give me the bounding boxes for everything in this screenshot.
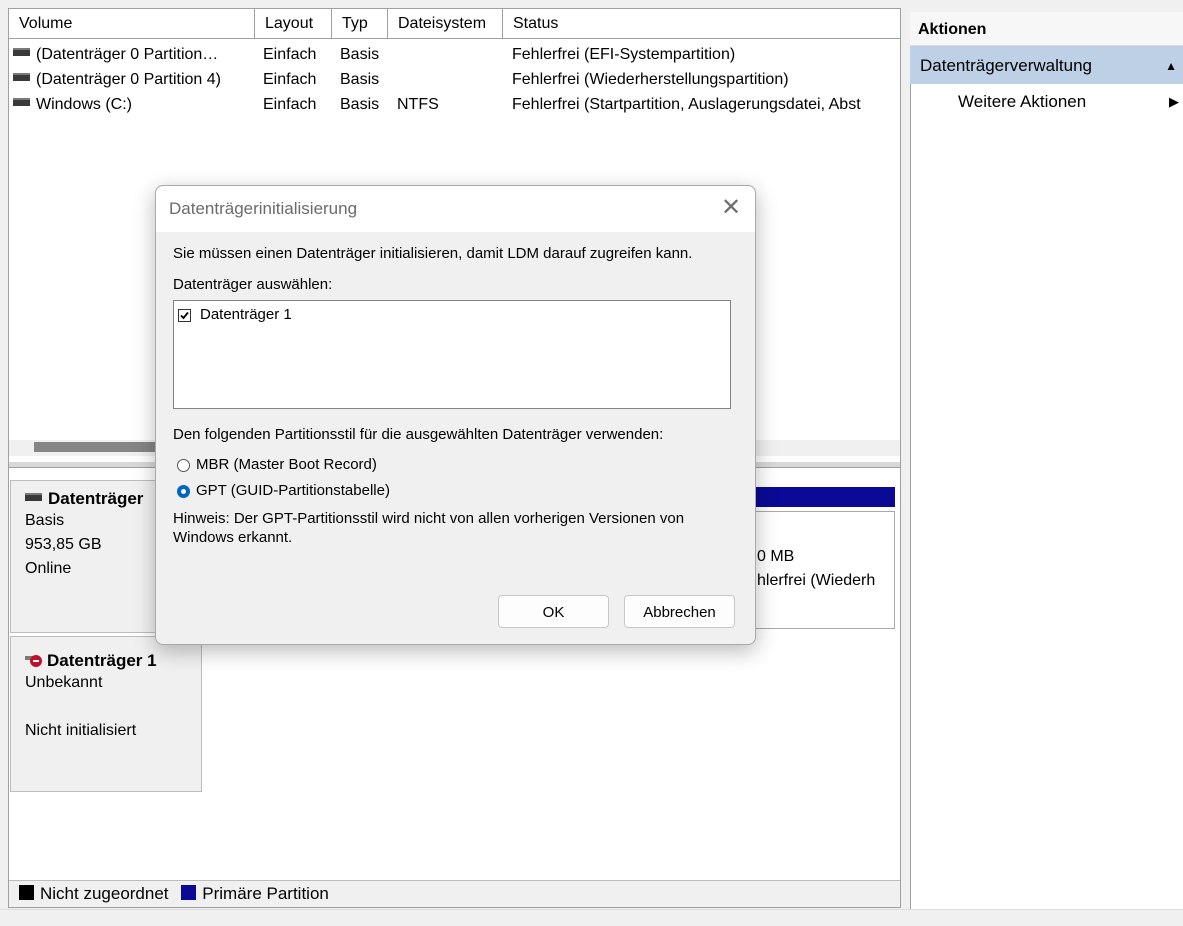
drive-icon <box>13 47 30 56</box>
submenu-arrow-icon: ▶ <box>1169 94 1179 109</box>
gpt-option-label: GPT (GUID-Partitionstabelle) <box>196 482 390 499</box>
select-disk-label: Datenträger auswählen: <box>173 276 333 293</box>
actions-section-label: Datenträgerverwaltung <box>920 56 1092 75</box>
type-cell: Basis <box>340 46 380 63</box>
partition-style-label: Den folgenden Partitionsstil für die aus… <box>173 426 664 443</box>
partition-size: 0 MB <box>757 548 795 565</box>
disk-title: Datenträger 1 <box>47 651 157 670</box>
actions-pane <box>910 12 1183 909</box>
partition-status: hlerfrei (Wiederh <box>757 572 876 589</box>
table-row[interactable]: (Datenträger 0 Partition 4) Einfach Basi… <box>9 69 900 91</box>
scrollbar-thumb[interactable] <box>34 442 169 452</box>
actions-section-disk-management[interactable]: Datenträgerverwaltung ▲ <box>910 46 1183 84</box>
disk-1-checkbox[interactable] <box>178 309 191 322</box>
filesystem-cell: NTFS <box>397 96 439 113</box>
cancel-button[interactable]: Abbrechen <box>624 595 735 628</box>
actions-title: Aktionen <box>910 12 1183 46</box>
disk-title: Datenträger <box>48 489 144 508</box>
type-cell: Basis <box>340 96 380 113</box>
gpt-note-line2: Windows erkannt. <box>173 529 293 546</box>
column-header-status[interactable]: Status <box>503 9 900 39</box>
drive-icon <box>13 97 30 106</box>
mbr-option-label: MBR (Master Boot Record) <box>196 456 377 473</box>
type-cell: Basis <box>340 71 380 88</box>
gpt-radio[interactable] <box>177 485 190 498</box>
dialog-title: Datenträgerinitialisierung <box>169 199 358 218</box>
disk-1-label[interactable]: Datenträger 1 Unbekannt Nicht initialisi… <box>10 636 202 792</box>
column-header-layout[interactable]: Layout <box>255 9 332 39</box>
drive-icon <box>13 72 30 81</box>
collapse-arrow-icon[interactable]: ▲ <box>1165 46 1177 86</box>
close-icon[interactable]: ✕ <box>718 193 744 223</box>
legend: Nicht zugeordnet Primäre Partition <box>9 880 900 907</box>
volume-name: Windows (C:) <box>36 96 133 113</box>
gpt-note-line1: Hinweis: Der GPT-Partitionsstil wird nic… <box>173 510 685 527</box>
column-header-dateisystem[interactable]: Dateisystem <box>388 9 503 39</box>
volume-name: (Datenträger 0 Partition… <box>36 46 219 63</box>
table-row[interactable]: Windows (C:) Einfach Basis NTFS Fehlerfr… <box>9 94 900 116</box>
volume-name: (Datenträger 0 Partition 4) <box>36 71 221 88</box>
layout-cell: Einfach <box>263 71 317 88</box>
disk-state: Nicht initialisiert <box>25 722 137 739</box>
layout-cell: Einfach <box>263 96 317 113</box>
status-cell: Fehlerfrei (EFI-Systempartition) <box>512 46 736 63</box>
status-cell: Fehlerfrei (Wiederherstellungspartition) <box>512 71 789 88</box>
more-actions-label: Weitere Aktionen <box>958 92 1087 111</box>
status-cell: Fehlerfrei (Startpartition, Auslagerungs… <box>512 96 861 113</box>
disk-error-icon <box>25 653 43 667</box>
disk-icon <box>25 492 42 501</box>
primary-partition-bar <box>748 487 895 507</box>
dialog-message: Sie müssen einen Datenträger initialisie… <box>173 245 693 262</box>
disk-type: Unbekannt <box>25 674 103 691</box>
legend-swatch-primary <box>181 885 197 901</box>
legend-label-unallocated: Nicht zugeordnet <box>40 884 169 903</box>
legend-label-primary: Primäre Partition <box>202 884 329 903</box>
status-bar <box>0 909 1183 926</box>
layout-cell: Einfach <box>263 46 317 63</box>
disk-1-item-label: Datenträger 1 <box>200 306 292 323</box>
table-row[interactable]: (Datenträger 0 Partition… Einfach Basis … <box>9 44 900 66</box>
legend-swatch-unallocated <box>19 885 34 901</box>
partition-block[interactable]: 0 MB hlerfrei (Wiederh <box>748 511 895 629</box>
column-header-typ[interactable]: Typ <box>332 9 388 39</box>
mbr-radio[interactable] <box>177 459 190 472</box>
ok-button[interactable]: OK <box>498 595 609 628</box>
more-actions-item[interactable]: Weitere Aktionen ▶ <box>958 90 1183 116</box>
column-header-volume[interactable]: Volume <box>9 9 255 39</box>
